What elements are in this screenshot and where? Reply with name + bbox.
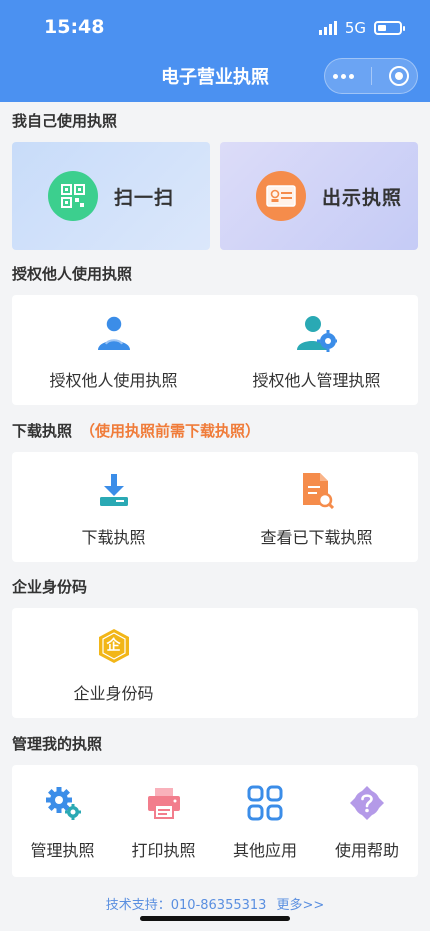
section-title-enterprise-id: 企业身份码 [12, 578, 88, 596]
download-license-button[interactable]: 下载执照 [12, 470, 215, 548]
help-label: 使用帮助 [334, 841, 399, 860]
print-license-button[interactable]: 打印执照 [113, 783, 214, 861]
status-time: 15:48 [44, 16, 105, 38]
download-card: 下载执照 查看已下载执照 [12, 452, 418, 562]
gear-icon [44, 783, 82, 823]
network-type: 5G [344, 19, 366, 37]
status-indicators: 5G [318, 19, 405, 37]
printer-icon [146, 783, 182, 823]
section-title-download: 下载执照 （使用执照前需下载执照） [12, 420, 260, 441]
authorize-manage-label: 授权他人管理执照 [252, 371, 381, 390]
other-apps-label: 其他应用 [232, 841, 297, 860]
enterprise-id-card: 企 企业身份码 [12, 608, 418, 718]
section-title-authorize: 授权他人使用执照 [12, 265, 133, 283]
enterprise-badge-icon: 企 [97, 626, 131, 666]
authorize-card: 授权他人使用执照 授权他人管理执照 [12, 295, 418, 405]
authorize-manage-button[interactable]: 授权他人管理执照 [215, 313, 418, 391]
other-apps-button[interactable]: 其他应用 [214, 783, 316, 861]
enterprise-id-label: 企业身份码 [73, 684, 154, 703]
scan-button[interactable]: 扫一扫 [12, 142, 210, 250]
enterprise-id-button[interactable]: 企 企业身份码 [12, 626, 215, 704]
home-indicator [140, 916, 290, 921]
more-link[interactable]: 更多>> [276, 898, 324, 913]
license-card-icon [256, 171, 306, 221]
download-icon [98, 470, 130, 510]
battery-icon [374, 21, 405, 35]
show-license-button[interactable]: 出示执照 [220, 142, 418, 250]
manage-card: 管理执照 打印执照 其他应用 使用帮助 [12, 765, 418, 877]
help-button[interactable]: 使用帮助 [316, 783, 418, 861]
document-search-icon [300, 470, 334, 510]
view-downloaded-button[interactable]: 查看已下载执照 [215, 470, 418, 548]
top-bar: 15:48 5G 电子营业执照 [0, 0, 430, 102]
download-license-label: 下载执照 [81, 528, 146, 547]
authorize-use-button[interactable]: 授权他人使用执照 [12, 313, 215, 391]
download-title: 下载执照 [12, 422, 73, 440]
download-hint: （使用执照前需下载执照） [80, 422, 261, 440]
footer: 技术支持：010-86355313 更多>> [0, 894, 430, 913]
section-title-manage: 管理我的执照 [12, 735, 103, 753]
show-license-label: 出示执照 [322, 186, 403, 209]
view-downloaded-label: 查看已下载执照 [260, 528, 373, 547]
authorize-use-label: 授权他人使用执照 [49, 371, 178, 390]
miniapp-capsule [324, 58, 418, 94]
manage-license-label: 管理执照 [30, 841, 95, 860]
qr-code-icon [48, 171, 98, 221]
signal-icon [318, 21, 337, 35]
more-icon[interactable] [333, 73, 355, 79]
support-phone[interactable]: 技术支持：010-86355313 [106, 898, 267, 913]
apps-grid-icon [247, 783, 283, 823]
user-icon [96, 313, 132, 353]
enterprise-badge-char: 企 [106, 638, 121, 654]
section-title-self-use: 我自己使用执照 [12, 112, 118, 130]
print-license-label: 打印执照 [131, 841, 196, 860]
user-gear-icon [296, 313, 337, 353]
manage-license-button[interactable]: 管理执照 [12, 783, 113, 861]
help-icon [349, 783, 385, 823]
scan-label: 扫一扫 [114, 186, 175, 209]
close-miniapp-icon[interactable] [388, 66, 409, 86]
